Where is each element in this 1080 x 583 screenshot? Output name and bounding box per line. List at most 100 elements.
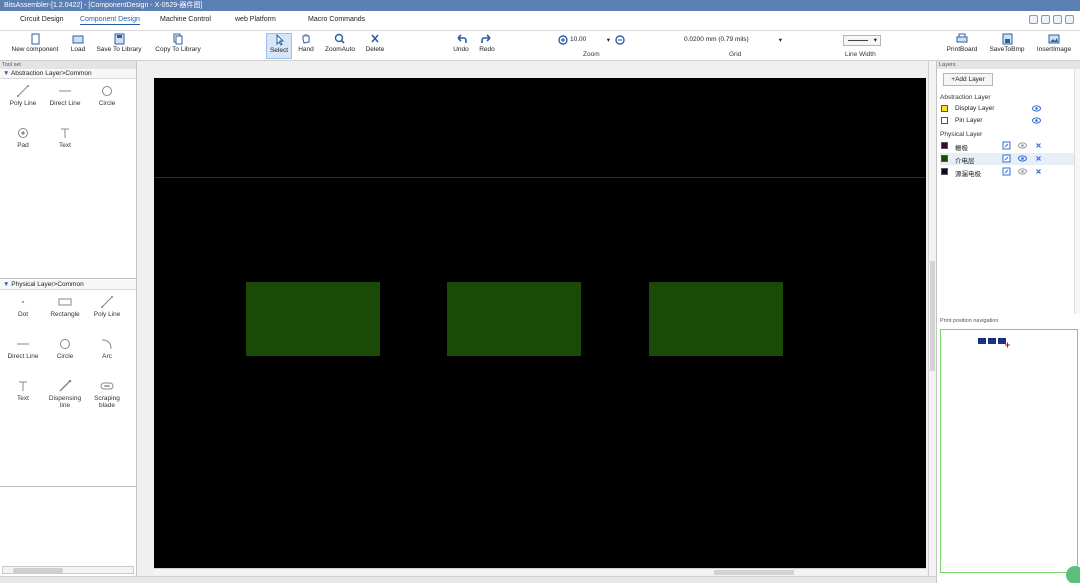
- copy-to-library-button[interactable]: Copy To Library: [150, 33, 206, 53]
- close-icon[interactable]: [1034, 154, 1043, 163]
- layer-color-swatch[interactable]: [941, 117, 948, 124]
- component-pad[interactable]: [649, 282, 783, 356]
- line-width-select[interactable]: ▾: [843, 35, 881, 46]
- layer-row-gate[interactable]: 栅极: [940, 140, 1076, 152]
- design-canvas[interactable]: [154, 78, 926, 568]
- zoom-in-icon[interactable]: [558, 35, 569, 46]
- rectangle-icon: [58, 298, 72, 306]
- save-to-library-button[interactable]: Save To Library: [92, 33, 146, 53]
- tool-dispensing-line[interactable]: Dispensing line: [44, 374, 86, 422]
- layer-row-display[interactable]: Display Layer: [940, 103, 1076, 115]
- tool-circle[interactable]: Circle: [86, 79, 128, 121]
- scrollbar-thumb[interactable]: [13, 568, 63, 573]
- navigator-thumbnail: [978, 338, 1010, 348]
- component-pad[interactable]: [447, 282, 581, 356]
- layer-color-swatch[interactable]: [941, 105, 948, 112]
- canvas-vertical-scrollbar[interactable]: [928, 61, 936, 576]
- polyline-icon: [17, 85, 29, 97]
- tool-panel-scrollbar[interactable]: [2, 566, 134, 574]
- layer-row-dielectric[interactable]: 介电层: [940, 153, 1076, 165]
- redo-button[interactable]: Redo: [476, 33, 498, 53]
- eye-icon[interactable]: [1032, 104, 1041, 113]
- component-pad[interactable]: [246, 282, 380, 356]
- tool-text[interactable]: Text: [44, 121, 86, 163]
- cursor-icon: [276, 34, 285, 46]
- new-file-icon: [31, 33, 40, 45]
- chevron-down-icon: ▾: [606, 37, 610, 44]
- monitor-icon[interactable]: [1029, 15, 1038, 24]
- layer-color-swatch[interactable]: [941, 155, 948, 162]
- tool-rectangle[interactable]: Rectangle: [44, 290, 86, 332]
- tool-poly-line[interactable]: Poly Line: [86, 290, 128, 332]
- abstraction-tool-grid: Poly Line Direct Line Circle Pad Text: [0, 79, 136, 163]
- tool-set-panel: Tool set ▼ Abstraction Layer>Common Poly…: [0, 61, 137, 576]
- zoom-select[interactable]: 10.00 ▾: [570, 36, 614, 46]
- zoom-out-icon[interactable]: [615, 35, 626, 46]
- undo-icon: [457, 34, 467, 43]
- layers-panel: Layers +Add Layer Abstraction Layer Disp…: [936, 61, 1080, 583]
- layers-scrollbar[interactable]: [1074, 69, 1080, 314]
- physical-layer-header[interactable]: ▼ Physical Layer>Common: [0, 280, 136, 290]
- reference-line: [154, 177, 926, 178]
- copy-icon: [173, 33, 183, 45]
- close-icon[interactable]: [1034, 167, 1043, 176]
- print-position-navigator[interactable]: [940, 329, 1078, 573]
- insert-image-button[interactable]: InsertImage: [1032, 33, 1076, 53]
- tab-web-platform[interactable]: web Platform: [235, 16, 276, 23]
- eye-icon[interactable]: [1032, 116, 1041, 125]
- tab-component-design[interactable]: Component Design: [80, 16, 140, 25]
- maximize-icon[interactable]: [1053, 15, 1062, 24]
- load-button[interactable]: Load: [68, 33, 88, 53]
- tool-set-title: Tool set: [0, 61, 136, 69]
- edit-icon[interactable]: [1002, 141, 1011, 150]
- scrollbar-thumb[interactable]: [930, 261, 935, 371]
- abstraction-layer-header[interactable]: ▼ Abstraction Layer>Common: [0, 69, 136, 79]
- grid-select[interactable]: 0.0200 mm (0.79 mils) ▾: [684, 36, 784, 46]
- tool-direct-line[interactable]: Direct Line: [2, 332, 44, 374]
- arc-icon: [101, 339, 112, 350]
- layer-row-pin[interactable]: Pin Layer: [940, 115, 1076, 127]
- tool-pad[interactable]: Pad: [2, 121, 44, 163]
- panel-divider: [0, 486, 136, 487]
- scrollbar-thumb[interactable]: [714, 570, 794, 575]
- tab-machine-control[interactable]: Machine Control: [160, 16, 211, 23]
- eye-off-icon[interactable]: [1018, 167, 1027, 176]
- canvas-horizontal-scrollbar[interactable]: [154, 568, 926, 576]
- save-to-bmp-button[interactable]: SaveToBmp: [986, 33, 1028, 53]
- layer-color-swatch[interactable]: [941, 142, 948, 149]
- delete-icon: [371, 34, 379, 43]
- edit-icon[interactable]: [1002, 167, 1011, 176]
- minimize-icon[interactable]: [1041, 15, 1050, 24]
- delete-button[interactable]: Delete: [364, 33, 386, 53]
- print-board-button[interactable]: PrintBoard: [943, 33, 981, 53]
- add-layer-button[interactable]: +Add Layer: [943, 73, 993, 86]
- tab-macro-commands[interactable]: Macro Commands: [308, 16, 365, 23]
- undo-button[interactable]: Undo: [450, 33, 472, 53]
- close-icon[interactable]: [1034, 141, 1043, 150]
- new-component-button[interactable]: New component: [6, 33, 64, 53]
- zoom-auto-button[interactable]: ZoomAuto: [322, 33, 358, 53]
- triangle-down-icon: ▼: [3, 70, 10, 77]
- tab-circuit-design[interactable]: Circuit Design: [20, 16, 64, 23]
- select-button[interactable]: Select: [266, 33, 292, 59]
- eye-off-icon[interactable]: [1018, 141, 1027, 150]
- layer-row-source-drain[interactable]: 源漏电极: [940, 166, 1076, 178]
- hand-button[interactable]: Hand: [296, 33, 316, 53]
- edit-icon[interactable]: [1002, 154, 1011, 163]
- tool-scraping-blade[interactable]: Scraping blade: [86, 374, 128, 422]
- physical-tool-grid: Dot Rectangle Poly Line Direct Line Circ…: [0, 290, 136, 422]
- eye-icon[interactable]: [1018, 154, 1027, 163]
- tool-text[interactable]: Text: [2, 374, 44, 422]
- menu-bar: Circuit Design Component Design Machine …: [0, 11, 1080, 31]
- chevron-down-icon: ▾: [778, 37, 782, 44]
- help-icon[interactable]: [1065, 15, 1074, 24]
- tool-poly-line[interactable]: Poly Line: [2, 79, 44, 121]
- layer-color-swatch[interactable]: [941, 168, 948, 175]
- tool-dot[interactable]: Dot: [2, 290, 44, 332]
- tool-circle[interactable]: Circle: [44, 332, 86, 374]
- physical-layer-heading: Physical Layer: [940, 131, 983, 138]
- circle-icon: [60, 339, 70, 349]
- tool-arc[interactable]: Arc: [86, 332, 128, 374]
- redo-icon: [481, 34, 491, 43]
- tool-direct-line[interactable]: Direct Line: [44, 79, 86, 121]
